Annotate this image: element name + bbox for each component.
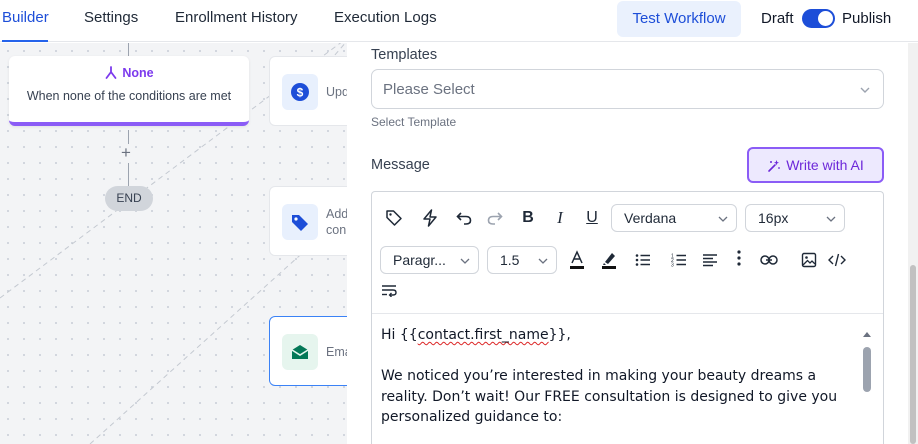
numbered-list-icon[interactable]: 123 — [668, 249, 690, 271]
draft-label: Draft — [761, 10, 794, 27]
node-label: Upd — [326, 85, 347, 99]
more-options-icon[interactable] — [728, 247, 750, 269]
tag-icon[interactable] — [383, 207, 405, 229]
tag-icon — [282, 204, 318, 240]
templates-label: Templates — [371, 47, 438, 63]
none-branch-description: When none of the conditions are met — [26, 89, 232, 103]
templates-hint: Select Template — [371, 115, 457, 129]
lightning-icon[interactable] — [419, 207, 441, 229]
italic-icon[interactable]: I — [549, 207, 571, 229]
write-with-ai-button[interactable]: Write with AI — [747, 147, 884, 183]
email-icon — [282, 334, 318, 370]
greeting-prefix: Hi {{ — [381, 327, 418, 343]
templates-select[interactable]: Please Select — [371, 69, 884, 109]
font-family-value: Verdana — [624, 210, 677, 226]
chevron-down-icon — [826, 216, 836, 222]
chevron-down-icon — [460, 258, 470, 264]
workflow-node-update[interactable]: $ Upd — [269, 56, 347, 126]
highlight-color-icon[interactable] — [598, 249, 620, 271]
connector-top — [128, 43, 129, 56]
align-left-icon[interactable] — [699, 249, 721, 271]
undo-icon[interactable] — [453, 207, 475, 229]
tab-settings[interactable]: Settings — [84, 0, 138, 42]
workflow-node-add-tag[interactable]: Add con — [269, 186, 347, 256]
sparkle-wand-icon — [768, 160, 781, 172]
merge-field: contact.first_name — [417, 327, 549, 343]
connector-bottom — [128, 163, 129, 186]
end-node: END — [105, 186, 153, 211]
editor-scroll-thumb[interactable] — [863, 347, 871, 392]
tab-execution-logs[interactable]: Execution Logs — [334, 0, 437, 42]
message-label: Message — [371, 157, 430, 173]
toggle-knob — [818, 11, 833, 26]
text-wrap-icon[interactable] — [378, 279, 400, 301]
tab-builder[interactable]: Builder — [2, 0, 49, 42]
font-size-select[interactable]: 16px — [745, 204, 845, 232]
link-icon[interactable] — [758, 249, 780, 271]
chevron-down-icon — [538, 258, 548, 264]
greeting-line: Hi {{contact.first_name}}, — [381, 325, 851, 346]
bullet-list-icon[interactable] — [632, 249, 654, 271]
bold-icon[interactable]: B — [517, 207, 539, 229]
message-body[interactable]: Hi {{contact.first_name}}, We noticed yo… — [381, 325, 851, 444]
templates-placeholder: Please Select — [383, 81, 475, 98]
body-paragraph: We noticed you’re interested in making y… — [381, 368, 838, 425]
tab-enrollment-history[interactable]: Enrollment History — [175, 0, 298, 42]
code-view-icon[interactable] — [826, 249, 848, 271]
panel-scrollbar[interactable] — [908, 43, 918, 444]
connector-mid — [128, 130, 129, 144]
font-size-value: 16px — [758, 210, 789, 226]
chevron-down-icon — [860, 87, 870, 93]
font-family-select[interactable]: Verdana — [611, 204, 737, 232]
greeting-suffix: }}, — [548, 327, 571, 343]
svg-text:3: 3 — [671, 263, 674, 268]
none-branch-title: None — [9, 66, 249, 80]
text-color-icon[interactable] — [566, 249, 588, 271]
block-format-select[interactable]: Paragr... — [380, 246, 479, 274]
workflow-node-email[interactable]: Ema — [269, 316, 347, 386]
node-label: Add con — [326, 207, 347, 237]
publish-toggle[interactable] — [802, 9, 835, 28]
publish-label: Publish — [842, 10, 892, 27]
redo-icon[interactable] — [484, 207, 506, 229]
write-with-ai-label: Write with AI — [786, 157, 864, 173]
block-format-value: Paragr... — [393, 252, 446, 268]
none-branch-card[interactable]: None When none of the conditions are met — [9, 56, 249, 126]
dollar-icon: $ — [282, 74, 318, 110]
line-height-value: 1.5 — [500, 252, 520, 268]
scroll-up-arrow-icon[interactable] — [863, 332, 871, 337]
add-step-icon[interactable]: + — [121, 144, 131, 161]
line-height-select[interactable]: 1.5 — [487, 246, 557, 274]
underline-icon[interactable]: U — [581, 207, 603, 229]
svg-text:$: $ — [297, 86, 304, 100]
editor-scrollbar[interactable] — [860, 330, 874, 444]
toolbar-divider — [372, 313, 883, 314]
panel-scroll-thumb[interactable] — [910, 265, 916, 444]
none-title-text: None — [122, 66, 154, 80]
node-label: Ema — [326, 345, 347, 359]
test-workflow-button[interactable]: Test Workflow — [617, 1, 741, 37]
branch-icon — [105, 66, 117, 79]
image-icon[interactable] — [798, 249, 820, 271]
workflow-canvas[interactable]: None When none of the conditions are met… — [0, 43, 347, 444]
top-nav: Builder Settings Enrollment History Exec… — [0, 0, 918, 42]
chevron-down-icon — [718, 216, 728, 222]
